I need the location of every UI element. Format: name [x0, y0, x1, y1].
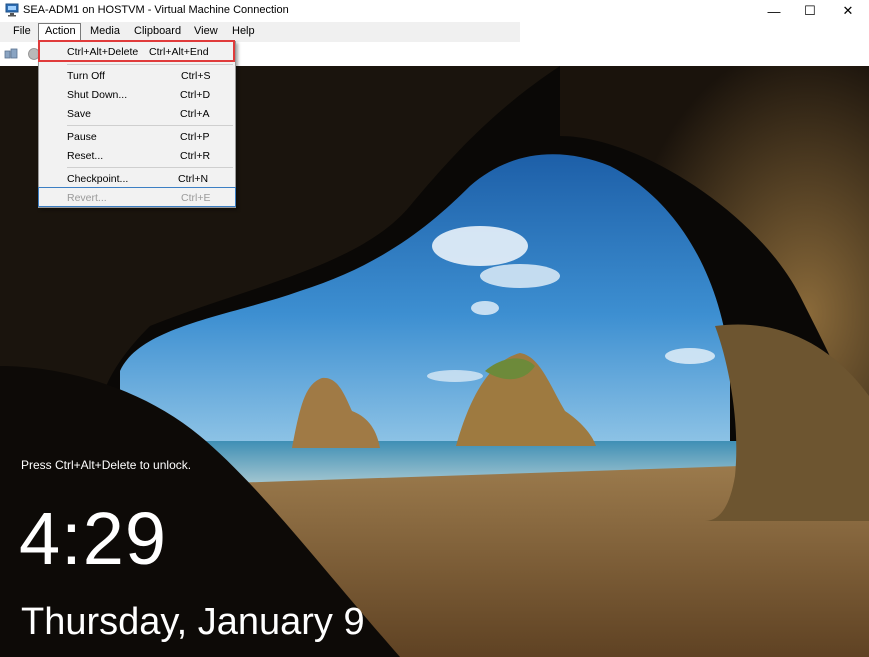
menu-clipboard[interactable]: Clipboard	[134, 25, 181, 37]
minimize-icon: —	[767, 3, 781, 19]
ctrl-alt-del-icon[interactable]	[4, 47, 18, 61]
menu-item-shortcut: Ctrl+P	[180, 131, 210, 143]
action-menu: Ctrl+Alt+Delete Ctrl+Alt+End Turn Off Ct…	[38, 41, 236, 208]
close-button[interactable]: ✕	[829, 0, 867, 22]
menu-item-label: Checkpoint...	[67, 173, 129, 185]
menu-item-checkpoint[interactable]: Checkpoint... Ctrl+N	[39, 169, 235, 188]
menu-item-save[interactable]: Save Ctrl+A	[39, 104, 235, 123]
menu-item-shortcut: Ctrl+D	[180, 89, 211, 101]
menu-item-shortcut: Ctrl+R	[180, 150, 211, 162]
menu-item-shortcut: Ctrl+S	[181, 70, 211, 82]
menu-item-label: Shut Down...	[67, 89, 128, 101]
menu-item-shortcut: Ctrl+N	[178, 173, 209, 185]
unlock-hint: Press Ctrl+Alt+Delete to unlock.	[21, 458, 192, 472]
window-title: SEA-ADM1 on HOSTVM - Virtual Machine Con…	[23, 4, 289, 16]
close-icon: ✕	[842, 3, 854, 18]
minimize-button[interactable]: —	[755, 0, 793, 22]
menu-item-pause[interactable]: Pause Ctrl+P	[39, 127, 235, 146]
menu-item-label: Pause	[67, 131, 97, 143]
maximize-icon: ☐	[804, 3, 816, 18]
menu-view[interactable]: View	[194, 25, 218, 37]
menu-item-shut-down[interactable]: Shut Down... Ctrl+D	[39, 85, 235, 104]
menu-bar-filler	[520, 22, 869, 42]
menu-media[interactable]: Media	[90, 25, 120, 37]
menu-file[interactable]: File	[13, 25, 31, 37]
maximize-button[interactable]: ☐	[791, 0, 829, 22]
menu-item-reset[interactable]: Reset... Ctrl+R	[39, 146, 235, 165]
menu-item-label: Reset...	[67, 150, 104, 162]
highlight-ctrl-alt-delete	[38, 40, 235, 62]
menu-item-label: Save	[67, 108, 91, 120]
lockscreen-date: Thursday, January 9	[21, 601, 365, 643]
menu-item-shortcut: Ctrl+A	[180, 108, 210, 120]
lockscreen-time: 4:29	[19, 497, 168, 580]
title-bar: SEA-ADM1 on HOSTVM - Virtual Machine Con…	[0, 0, 869, 22]
menu-item-turn-off[interactable]: Turn Off Ctrl+S	[39, 66, 235, 85]
focus-revert	[38, 187, 236, 207]
menu-separator	[67, 64, 233, 65]
menu-separator	[67, 167, 233, 168]
vm-connection-icon	[5, 3, 19, 17]
menu-help[interactable]: Help	[232, 25, 255, 37]
menu-item-label: Turn Off	[67, 70, 105, 82]
menu-action[interactable]: Action	[45, 25, 76, 37]
menu-separator	[67, 125, 233, 126]
